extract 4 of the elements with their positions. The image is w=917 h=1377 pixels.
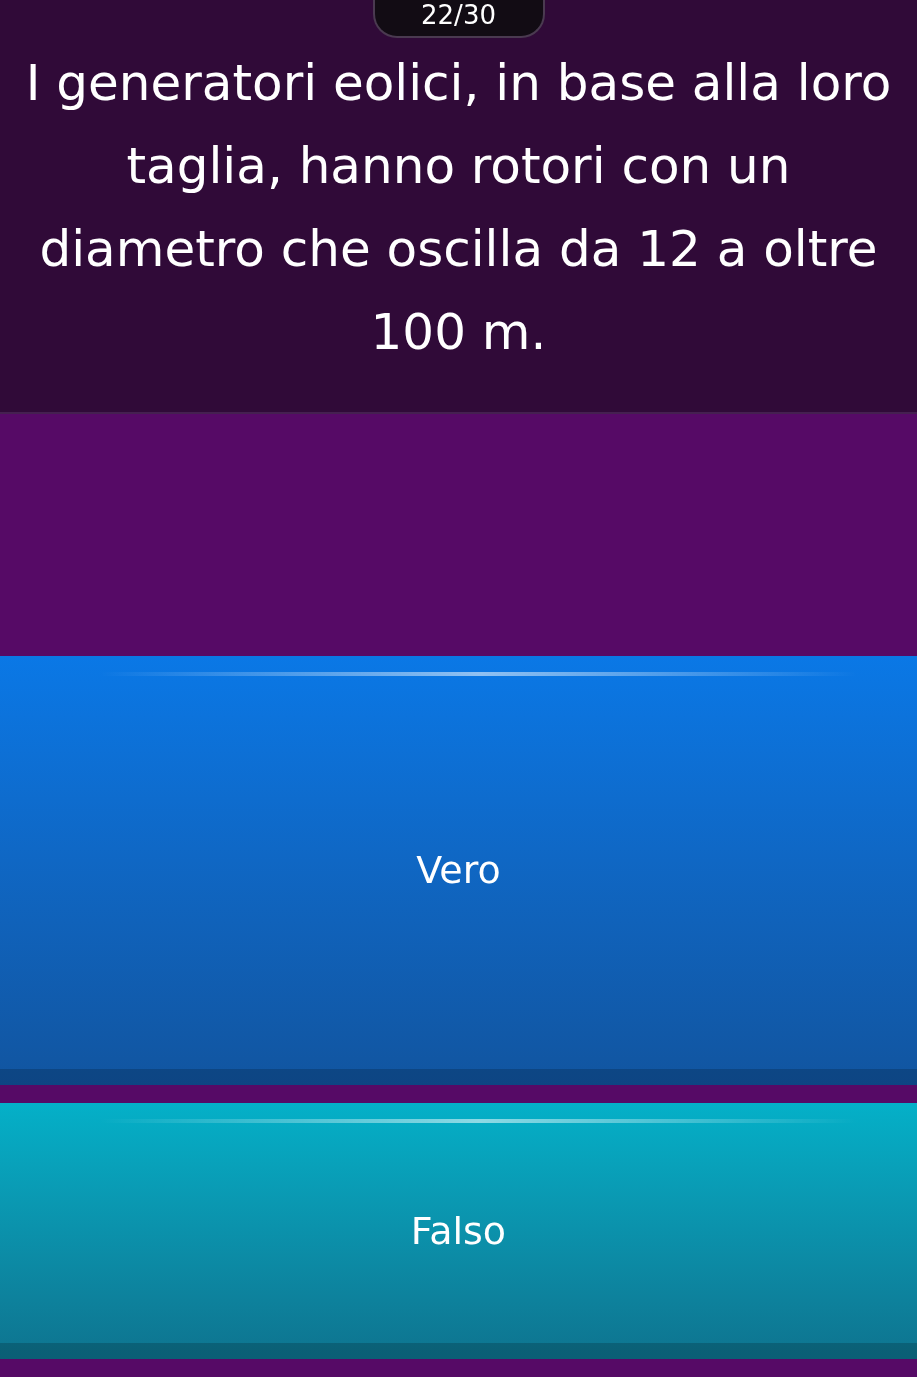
answer-button[interactable]: Falso <box>0 1102 917 1359</box>
question-counter: 22/30 <box>372 0 545 38</box>
question-text: I generatori eolici, in base alla loro taglia, hanno rotori con un diametro che oscilla da 12 a oltre 100 m. <box>24 53 893 363</box>
answer-button[interactable]: Vero <box>0 655 917 1085</box>
